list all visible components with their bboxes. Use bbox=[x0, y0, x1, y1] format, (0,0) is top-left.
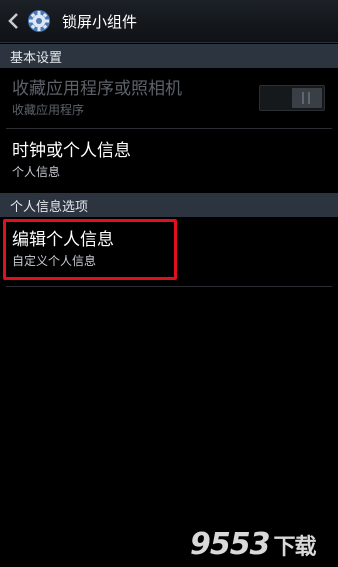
action-bar: 锁屏小组件 bbox=[0, 0, 338, 43]
highlight-box bbox=[3, 219, 177, 280]
settings-gear-icon[interactable] bbox=[26, 8, 52, 34]
toggle-knob bbox=[292, 88, 322, 108]
divider bbox=[6, 128, 332, 129]
back-icon[interactable] bbox=[2, 0, 24, 42]
section-header-personal: 个人信息选项 bbox=[0, 193, 338, 217]
setting-title: 时钟或个人信息 bbox=[12, 141, 131, 161]
section-header-basic: 基本设置 bbox=[0, 44, 338, 68]
watermark-logo: 9553 下载 bbox=[190, 527, 317, 562]
watermark-text: 下载 bbox=[273, 535, 317, 560]
setting-subtitle: 个人信息 bbox=[12, 165, 61, 179]
page-title: 锁屏小组件 bbox=[62, 12, 138, 31]
favorite-apps-toggle[interactable] bbox=[259, 85, 325, 111]
setting-clock-info[interactable]: 时钟或个人信息 个人信息 bbox=[0, 140, 338, 180]
watermark-number: 9553 bbox=[190, 527, 270, 562]
divider bbox=[6, 286, 332, 287]
